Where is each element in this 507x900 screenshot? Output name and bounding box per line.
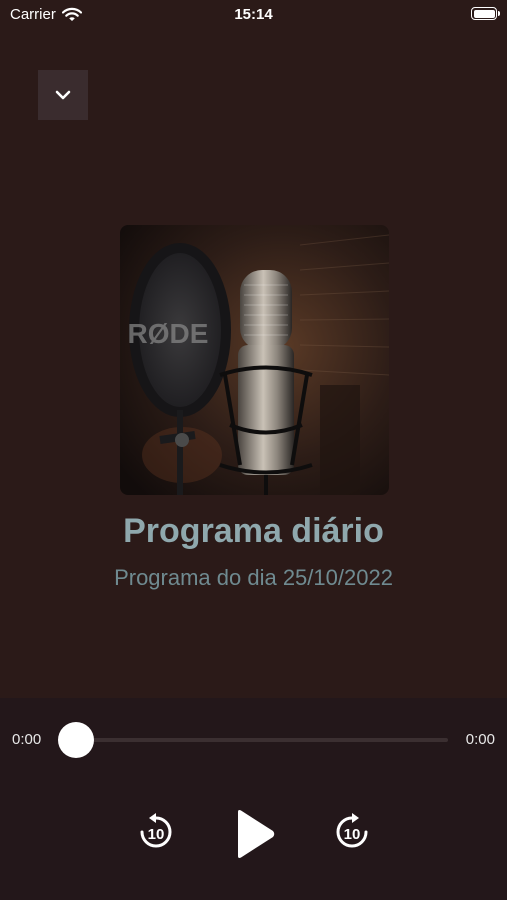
rewind-10-button[interactable]: 10 (135, 811, 177, 853)
status-time: 15:14 (234, 6, 273, 23)
battery-icon (471, 7, 500, 20)
player-controls-panel: 0:00 0:00 10 10 (0, 698, 507, 900)
episode-title: Programa diário (123, 512, 384, 550)
forward-10-button[interactable]: 10 (331, 811, 373, 853)
pop-filter-brand: RØDE (128, 318, 209, 349)
play-icon (238, 810, 275, 858)
play-button[interactable] (228, 806, 280, 862)
episode-cover-image: RØDE (120, 225, 389, 495)
forward-10-icon: 10 (336, 813, 368, 848)
duration-time: 0:00 (465, 731, 495, 748)
svg-text:10: 10 (344, 826, 361, 843)
progress-thumb[interactable] (58, 722, 94, 758)
chevron-down-icon (55, 90, 71, 100)
episode-subtitle: Programa do dia 25/10/2022 (114, 565, 393, 590)
svg-text:10: 10 (148, 826, 165, 843)
status-bar: Carrier 15:14 (0, 0, 507, 32)
battery-fill (473, 9, 495, 18)
rewind-10-icon: 10 (140, 813, 172, 848)
progress-slider[interactable] (76, 738, 448, 742)
current-time: 0:00 (12, 731, 42, 748)
collapse-player-button[interactable] (38, 70, 88, 120)
